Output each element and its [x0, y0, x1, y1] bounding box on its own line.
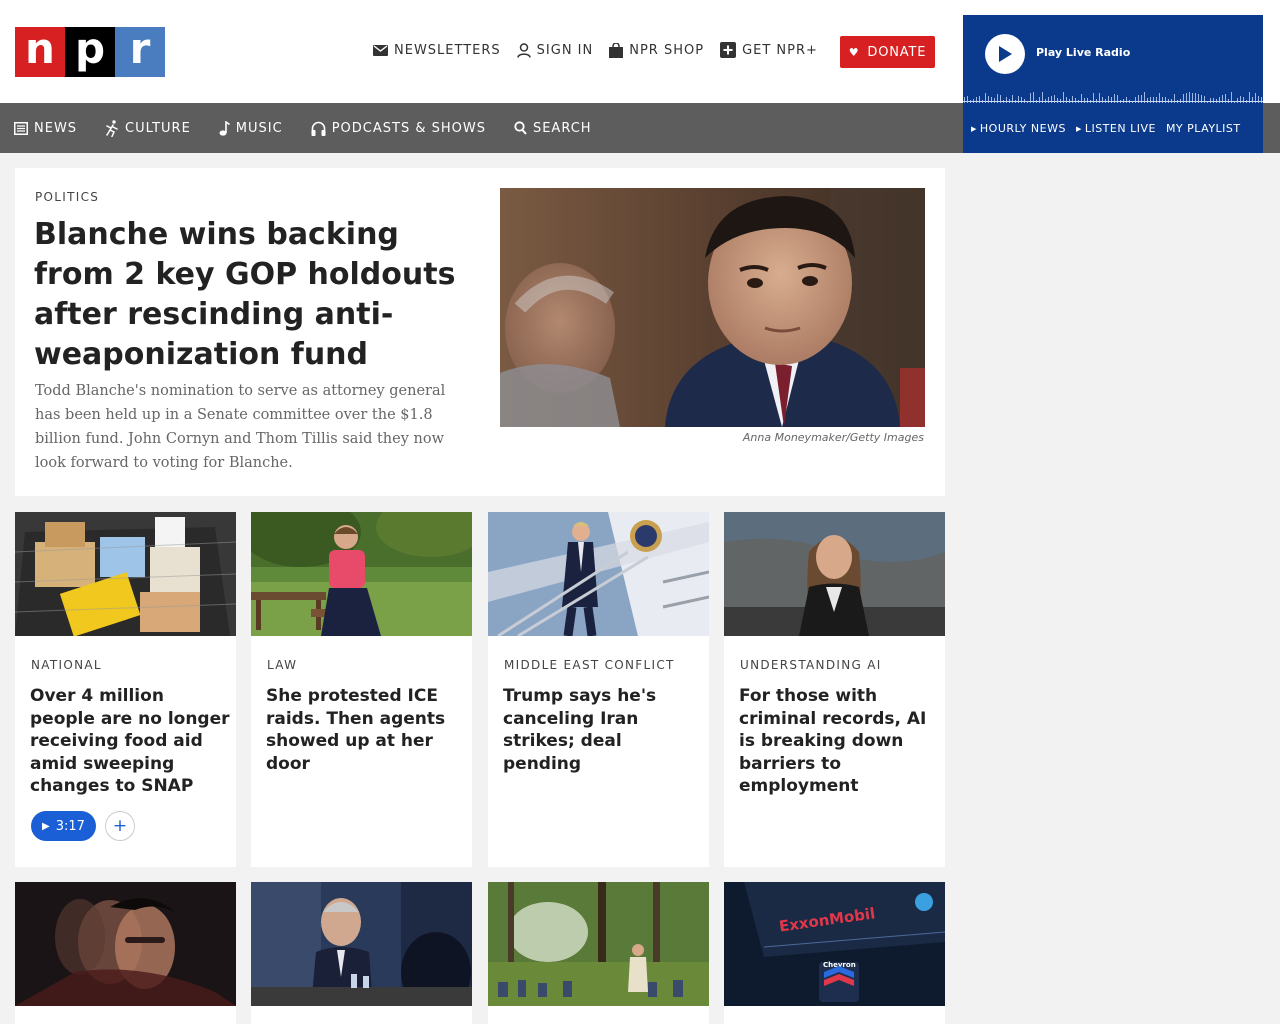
story-category[interactable]: NATIONAL — [31, 658, 102, 672]
story-card-law: LAW She protested ICE raids. Then agents… — [251, 512, 472, 867]
npr-logo[interactable]: n p r — [15, 27, 165, 77]
triangle-right-icon: ▶ — [1075, 124, 1082, 133]
audio-waveform — [963, 92, 1263, 103]
nav-search[interactable]: SEARCH — [514, 121, 592, 136]
listen-live-label: LISTEN LIVE — [1084, 121, 1156, 135]
hourly-news-label: HOURLY NEWS — [979, 121, 1066, 135]
nav-search-label: SEARCH — [532, 120, 592, 136]
lead-photo-illustration — [500, 188, 925, 427]
bag-icon — [609, 42, 624, 58]
newsletters-label: NEWSLETTERS — [394, 42, 501, 58]
headphones-icon — [311, 121, 326, 136]
culture-icon — [106, 119, 118, 137]
grocery-cart-photo — [15, 512, 236, 636]
listen-live-link[interactable]: ▶ LISTEN LIVE — [1076, 122, 1156, 135]
story-headline[interactable]: Trump says he's canceling Iran strikes; … — [503, 685, 703, 775]
nav-culture[interactable]: CULTURE — [105, 119, 191, 137]
donate-label: DONATE — [867, 44, 927, 60]
live-radio-player: Play Live Radio ▶ HOURLY NEWS ▶ LISTEN LIV… — [963, 15, 1263, 153]
hearing-witness-photo — [251, 882, 472, 1006]
nav-podcasts[interactable]: PODCASTS & SHOWS — [311, 121, 486, 136]
heart-icon: ♥ — [848, 45, 860, 59]
lead-category[interactable]: POLITICS — [35, 190, 99, 204]
nav-music-label: MUSIC — [235, 120, 283, 136]
play-live-radio-button[interactable] — [985, 34, 1025, 74]
story-card-middle-east: MIDDLE EAST CONFLICT Trump says he's can… — [488, 512, 709, 867]
story-category[interactable]: LAW — [267, 658, 297, 672]
npr-shop-link[interactable]: NPR SHOP — [609, 42, 705, 58]
woman-on-bench-photo — [251, 512, 472, 636]
story-headline[interactable]: She protested ICE raids. Then agents sho… — [266, 685, 466, 775]
story-card-national: NATIONAL Over 4 million people are no lo… — [15, 512, 236, 867]
hourly-news-link[interactable]: ▶ HOURLY NEWS — [971, 122, 1066, 135]
add-to-playlist-button[interactable]: + — [105, 811, 135, 841]
story-category[interactable]: UNDERSTANDING AI — [740, 658, 882, 672]
story-image[interactable] — [15, 882, 236, 1006]
player-top: Play Live Radio — [963, 15, 1263, 103]
main-nav: NEWS CULTURE MUSIC PODCASTS & SHOWS SEAR… — [0, 103, 963, 153]
story-card-row2-2 — [251, 882, 472, 1024]
user-icon — [516, 42, 531, 58]
story-image[interactable]: ExxonMobil Chevron — [724, 882, 945, 1006]
air-force-one-photo — [488, 512, 709, 636]
story-headline[interactable]: For those with criminal records, AI is b… — [739, 685, 939, 798]
blurred-faces-photo — [15, 882, 236, 1006]
logo-letter-r: r — [115, 27, 165, 77]
story-card-ai: UNDERSTANDING AI For those with criminal… — [724, 512, 945, 867]
lead-teaser: Todd Blanche's nomination to serve as at… — [35, 383, 446, 471]
story-card-row2-4: ExxonMobil Chevron — [724, 882, 945, 1024]
logo-letter-n: n — [15, 27, 65, 77]
lead-headline[interactable]: Blanche wins backing from 2 key GOP hold… — [34, 215, 464, 375]
nav-music[interactable]: MUSIC — [219, 120, 283, 136]
story-image-trump[interactable] — [488, 512, 709, 636]
player-links: ▶ HOURLY NEWS ▶ LISTEN LIVE MY PLAYLIST — [963, 103, 1263, 153]
story-image-ai-employment[interactable] — [724, 512, 945, 636]
plus-icon: + — [112, 816, 128, 836]
story-card-row2-1 — [15, 882, 236, 1024]
plus-square-icon — [720, 42, 737, 58]
sign-in-label: SIGN IN — [536, 42, 594, 58]
sign-in-link[interactable]: SIGN IN — [516, 42, 594, 58]
story-headline[interactable]: Over 4 million people are no longer rece… — [30, 685, 230, 798]
story-card-row2-3 — [488, 882, 709, 1024]
nav-podcasts-label: PODCASTS & SHOWS — [331, 120, 486, 136]
forest-gathering-photo — [488, 882, 709, 1006]
triangle-right-icon: ▶ — [971, 124, 977, 133]
music-note-icon — [219, 120, 230, 136]
story-image-snap[interactable] — [15, 512, 236, 636]
get-npr-plus-label: GET NPR+ — [742, 42, 818, 58]
get-npr-plus-link[interactable]: GET NPR+ — [720, 42, 818, 58]
play-live-radio-label: Play Live Radio — [1036, 46, 1131, 59]
my-playlist-label: MY PLAYLIST — [1165, 121, 1241, 135]
utility-nav: NEWSLETTERS SIGN IN NPR SHOP GET NPR+ — [373, 42, 834, 58]
audio-duration: 3:17 — [55, 818, 85, 834]
photo-credit: Anna Moneymaker/Getty Images — [742, 431, 924, 444]
play-audio-button[interactable]: ▶ 3:17 — [31, 811, 96, 841]
logo-letter-p: p — [65, 27, 115, 77]
nav-culture-label: CULTURE — [125, 120, 191, 136]
story-image-ice-protest[interactable] — [251, 512, 472, 636]
nav-news[interactable]: NEWS — [14, 121, 77, 136]
nav-news-label: NEWS — [34, 120, 78, 136]
stock-exchange-photo: ExxonMobil Chevron — [724, 882, 945, 1006]
nav-bar-edge — [1263, 103, 1280, 153]
story-image[interactable] — [488, 882, 709, 1006]
play-icon: ▶ — [42, 820, 50, 832]
my-playlist-link[interactable]: MY PLAYLIST — [1166, 122, 1241, 135]
lead-image[interactable] — [500, 188, 925, 427]
newsletters-link[interactable]: NEWSLETTERS — [373, 43, 501, 58]
play-icon — [999, 46, 1012, 62]
story-category[interactable]: MIDDLE EAST CONFLICT — [504, 658, 675, 672]
npr-shop-label: NPR SHOP — [629, 42, 705, 58]
search-icon — [514, 121, 527, 135]
lead-story: POLITICS Blanche wins backing from 2 key… — [15, 168, 945, 496]
story-image[interactable] — [251, 882, 472, 1006]
news-icon — [14, 121, 28, 135]
woman-portrait-photo — [724, 512, 945, 636]
envelope-icon — [373, 44, 388, 56]
donate-button[interactable]: ♥ DONATE — [840, 36, 935, 68]
